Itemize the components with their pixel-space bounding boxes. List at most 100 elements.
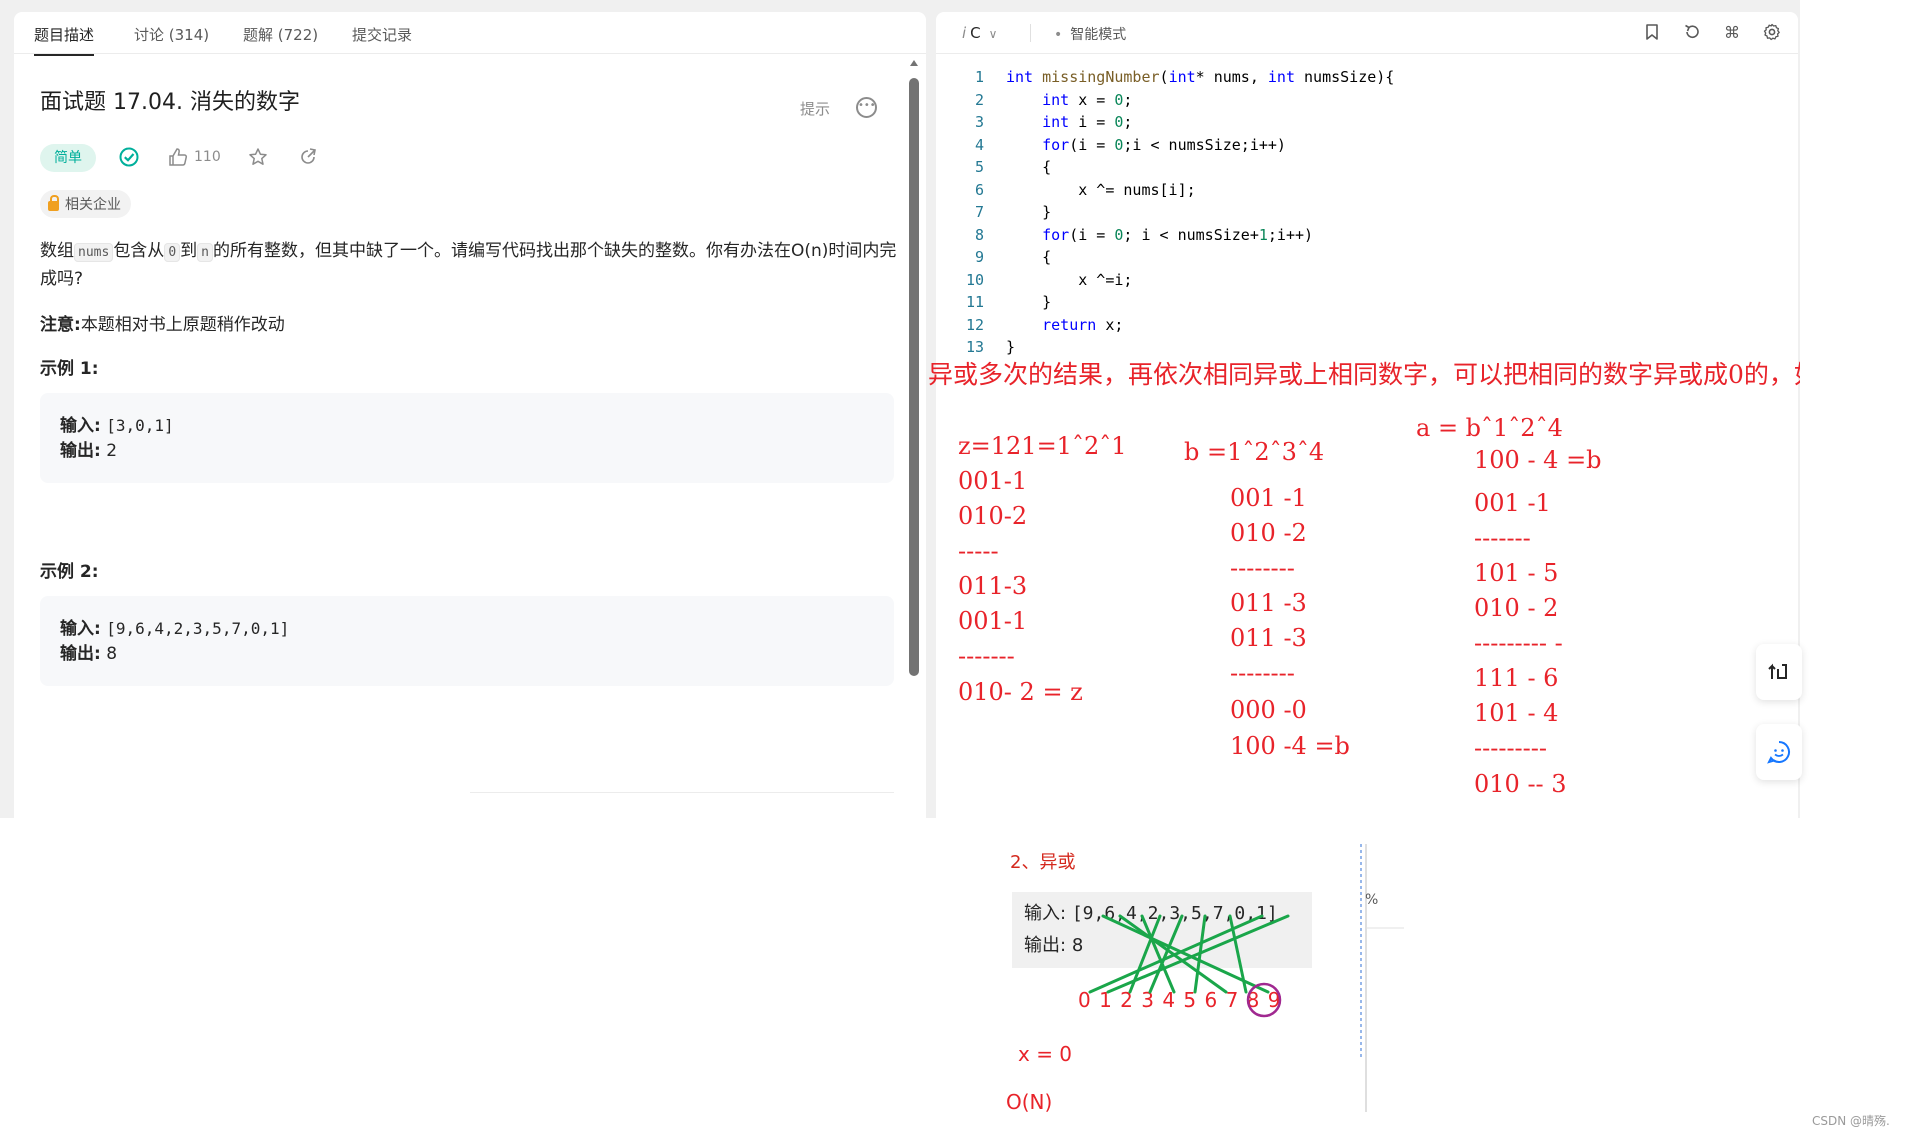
code-line[interactable]: 7 } [936, 201, 1798, 224]
line-number: 5 [974, 158, 984, 176]
note-line-col2: 001 -1 [1230, 484, 1307, 512]
code-text: int x = 0; [1042, 90, 1133, 109]
code-line[interactable]: 4 for(i = 0;i < numsSize;i++) [936, 134, 1798, 157]
inline-code: n [197, 243, 213, 262]
note-line-col2: -------- [1230, 659, 1295, 687]
note-line-col3: --------- - [1474, 629, 1563, 657]
note-line-col2: 100 -4 =b [1230, 732, 1350, 760]
note-line-col3: ------- [1474, 524, 1531, 552]
divider [470, 792, 894, 793]
note-line-col1: ----- [958, 537, 999, 565]
code-text: for(i = 0;i < numsSize;i++) [1042, 135, 1286, 154]
desc-text: 到 [180, 241, 198, 261]
star-icon[interactable] [248, 143, 268, 171]
input-label: 输入: [60, 416, 101, 436]
note-line-col1: 010- 2 = z [958, 678, 1083, 706]
more-options-icon[interactable]: ••• [856, 97, 877, 118]
xor-note-heading: 异或多次的结果，再依次相同异或上相同数字，可以把相同的数字异或成0的，如例 [928, 360, 1844, 389]
code-line[interactable]: 11 } [936, 291, 1798, 314]
note-line-col3: 111 - 6 [1474, 664, 1559, 692]
hint-button[interactable]: 提示 [800, 98, 830, 119]
company-tag-label: 相关企业 [65, 197, 121, 213]
command-icon[interactable]: ⌘ [1722, 23, 1742, 43]
code-line[interactable]: 9 { [936, 246, 1798, 269]
line-number: 7 [974, 203, 984, 221]
bookmark-icon[interactable] [1642, 23, 1662, 43]
example-1-output: 2 [106, 441, 118, 461]
smart-mode-toggle[interactable]: 智能模式 [1054, 24, 1126, 44]
note-line-col3: 010 - 2 [1474, 594, 1559, 622]
example-2-output: 8 [106, 644, 118, 664]
note-line-col2: 010 -2 [1230, 519, 1307, 547]
code-line[interactable]: 2 int x = 0; [936, 89, 1798, 112]
share-icon[interactable] [298, 143, 318, 171]
xor-output: 8 [1071, 935, 1084, 956]
code-line[interactable]: 8 for(i = 0; i < numsSize+1;i++) [936, 224, 1798, 247]
line-number: 10 [965, 270, 984, 289]
like-button[interactable]: 110 [168, 143, 221, 171]
code-line[interactable]: 1 int missingNumber(int* nums, int numsSi… [936, 66, 1798, 89]
code-line[interactable]: 3 int i = 0; [936, 111, 1798, 134]
note-line-col1: 001-1 [958, 607, 1028, 635]
feedback-button[interactable] [1756, 724, 1802, 780]
scroll-up-arrow[interactable] [910, 60, 918, 66]
reset-icon[interactable] [1682, 23, 1702, 43]
note-line-col3: 100 - 4 =b [1474, 446, 1602, 474]
like-count: 110 [194, 149, 221, 165]
toolbar-separator [1030, 24, 1031, 42]
code-text: x ^= nums[i]; [1006, 180, 1196, 199]
code-text: { [1006, 158, 1052, 176]
code-line[interactable]: 6 x ^= nums[i]; [936, 179, 1798, 202]
code-line[interactable]: 10 x ^=i; [936, 269, 1798, 292]
note-label: 注意: [40, 315, 81, 335]
example-2-title: 示例 2: [40, 562, 99, 582]
code-text: { [1006, 248, 1052, 266]
desc-text: 数组 [40, 241, 74, 261]
tab-discussion[interactable]: 讨论 (314) [134, 24, 209, 45]
percent-sign: % [1365, 892, 1379, 908]
problem-note: 注意:本题相对书上原题稍作改动 [40, 310, 285, 335]
scrollbar-thumb[interactable] [909, 78, 919, 676]
related-companies-tag[interactable]: 相关企业 [40, 190, 131, 218]
problem-title: 面试题 17.04. 消失的数字 [40, 90, 300, 115]
note-line-col3: 101 - 4 [1474, 699, 1559, 727]
note-line-col2: 011 -3 [1230, 589, 1307, 617]
xor-index-digits: 0 1 2 3 4 5 6 7 8 9 [1078, 988, 1282, 1012]
right-margin [1800, 0, 1906, 1135]
code-text: x ^=i; [1006, 270, 1133, 289]
note-text: 本题相对书上原题稍作改动 [80, 315, 285, 335]
problem-description: 数组 nums 包含从 0 到 n 的所有整数，但其中缺了一个。请编写代码找出那个缺失的整数… [40, 238, 900, 292]
code-line[interactable]: 5 { [936, 156, 1798, 179]
code-area[interactable]: 1 int missingNumber(int* nums, int numsSi… [936, 66, 1798, 359]
code-line[interactable]: 12 return x; [936, 314, 1798, 337]
code-text: } [1006, 203, 1052, 221]
note-line-col2: 000 -0 [1230, 696, 1307, 724]
example-2-input: [9,6,4,2,3,5,7,0,1] [106, 619, 290, 638]
note-line-col1: 001-1 [958, 467, 1028, 495]
example-1-box: 输入: [3,0,1] 输出: 2 [40, 393, 894, 483]
tab-submissions[interactable]: 提交记录 [352, 24, 412, 45]
tab-description[interactable]: 题目描述 [34, 24, 95, 56]
settings-icon[interactable] [1762, 23, 1782, 43]
line-number: 11 [965, 293, 984, 311]
note-line-col3: a = bˆ1ˆ2ˆ4 [1416, 414, 1563, 442]
line-number: 3 [974, 113, 984, 131]
note-line-col1: z=121=1ˆ2ˆ1 [958, 432, 1127, 460]
bottom-canvas [0, 818, 1906, 1135]
line-number: 1 [974, 68, 984, 86]
note-line-col3: 010 -- 3 [1474, 770, 1567, 798]
line-number: 8 [974, 225, 984, 244]
problem-tabs: 题目描述 讨论 (314) 题解 (722) 提交记录 [14, 12, 926, 56]
complexity-label: O(N) [1006, 1090, 1053, 1114]
tab-solutions[interactable]: 题解 (722) [243, 24, 318, 45]
switch-layout-button[interactable] [1756, 644, 1802, 700]
note-line-col2: 011 -3 [1230, 624, 1307, 652]
editor-toolbar: iC ∨ 智能模式 ⌘ [936, 12, 1798, 54]
language-selector[interactable]: i C ∨ [962, 24, 997, 42]
inline-code: nums [74, 243, 114, 262]
line-number: 2 [974, 90, 984, 109]
note-line-col1: ------- [958, 642, 1015, 670]
output-label: 输出: [1024, 935, 1067, 956]
lock-icon [48, 194, 59, 211]
code-text: return x; [1042, 315, 1124, 334]
